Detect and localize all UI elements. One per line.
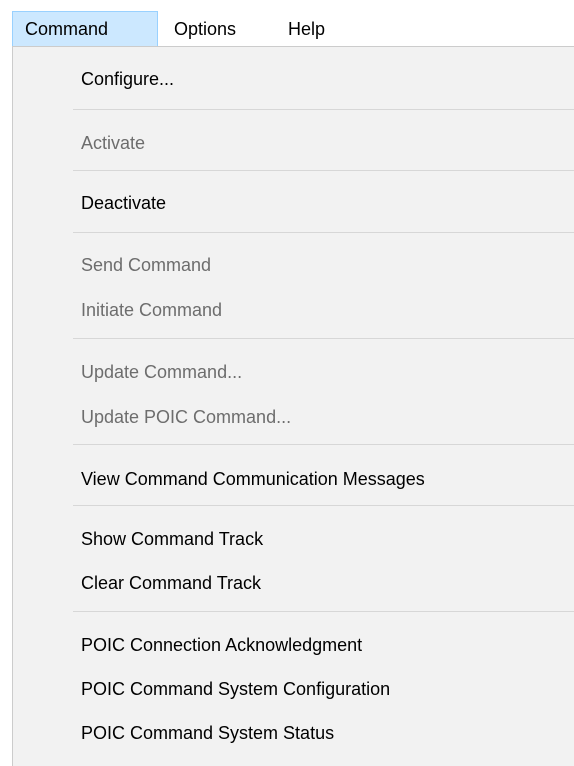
menu-item-deactivate[interactable]: Deactivate: [13, 183, 574, 223]
menubar-help[interactable]: Help: [276, 12, 352, 46]
menu-separator: [73, 444, 574, 445]
command-menu-dropdown: Configure... Activate Deactivate Send Co…: [12, 46, 574, 766]
menu-item-update-command: Update Command...: [81, 362, 243, 382]
menu-item-initiate-command: Initiate Command: [81, 300, 223, 320]
menu-separator: [73, 170, 574, 171]
menu-separator: [73, 505, 574, 506]
menu-item-send-command: Send Command: [81, 255, 212, 275]
menu-item-show-command-track[interactable]: Show Command Track: [13, 519, 574, 559]
menubar-options[interactable]: Options: [162, 12, 270, 46]
menu-item-clear-command-track[interactable]: Clear Command Track: [13, 563, 574, 603]
menu-item-update-poic-command: Update POIC Command...: [81, 407, 292, 427]
menu-item-poic-command-system-configuration[interactable]: POIC Command System Configuration: [13, 669, 574, 709]
menu-item-poic-connection-acknowledgment[interactable]: POIC Connection Acknowledgment: [13, 625, 574, 665]
menu-item-poic-command-system-status[interactable]: POIC Command System Status: [13, 713, 574, 753]
menu-item-configure[interactable]: Configure...: [13, 59, 574, 99]
menu-bar: Command Options Help: [0, 0, 574, 47]
menu-separator: [73, 232, 574, 233]
menu-separator: [73, 611, 574, 612]
menu-item-view-command-communication-messages[interactable]: View Command Communication Messages: [13, 459, 574, 499]
menubar-command[interactable]: Command: [12, 11, 158, 47]
menu-separator: [73, 338, 574, 339]
menu-item-activate: Activate: [81, 133, 146, 153]
menu-separator: [73, 109, 574, 110]
